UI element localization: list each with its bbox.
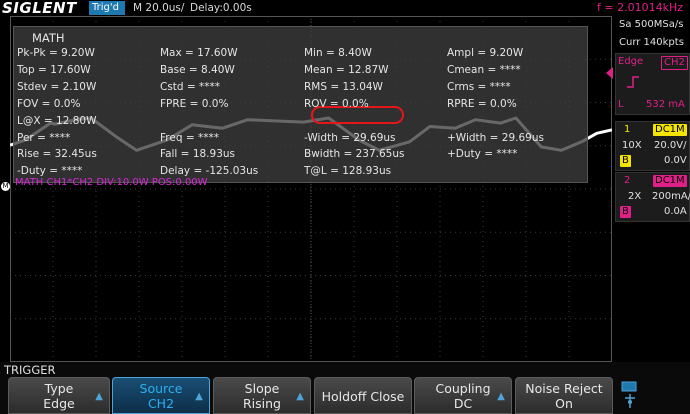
trigger-level-marker[interactable]	[606, 67, 613, 79]
ch2-offset: 0.0A	[664, 206, 687, 217]
ch2-info-box[interactable]: 2 DC1M 2X 200mA/ B 0.0A	[615, 172, 690, 222]
up-arrow-icon: ▲	[296, 391, 304, 402]
ch1-probe: 10X	[622, 140, 642, 151]
timebase-readout: M 20.0us/	[133, 2, 185, 14]
menu-button-noise-reject-line1: Noise Reject	[525, 381, 603, 396]
measurement-col1-row1: Top = 17.60W	[17, 63, 91, 76]
trigger-info-box[interactable]: Edge CH2 L 532 mA	[615, 53, 690, 115]
measurement-col1-row2: Stdev = 2.10W	[17, 80, 97, 93]
menu-button-type-line2: Edge	[43, 396, 75, 411]
measurement-col4-row0: Ampl = 9.20W	[447, 47, 524, 59]
measurement-col3-row2: RMS = 13.04W	[304, 80, 383, 93]
trigger-source-badge: CH2	[661, 56, 688, 70]
ch1-offset: 0.0V	[664, 155, 687, 166]
measurement-col3-row7: T@L = 128.93us	[304, 165, 392, 178]
ch1-scale: 20.0V/	[654, 140, 687, 151]
right-info-panel: Sa 500MSa/s Curr 140kpts Edge CH2 L 532 …	[613, 16, 690, 362]
ch1-info-box[interactable]: 1 DC1M 10X 20.0V/ B 0.0V	[615, 121, 690, 171]
menu-button-type[interactable]: Type Edge ▲	[8, 377, 110, 414]
measurement-col1-row0: Pk-Pk = 9.20W	[17, 47, 95, 59]
menu-button-holdoff[interactable]: Holdoff Close	[314, 377, 412, 414]
measurement-col2-row7: Delay = -125.03us	[160, 165, 259, 178]
menu-button-coupling[interactable]: Coupling DC ▲	[414, 377, 512, 414]
ch2-scale: 200mA/	[652, 191, 690, 202]
measurement-col4-row5: +Width = 29.69us	[447, 131, 544, 144]
ch2-coupling-badge: DC1M	[653, 175, 687, 187]
up-arrow-icon: ▲	[95, 391, 103, 402]
frequency-counter: f = 2.01014kHz	[597, 1, 683, 14]
menu-button-noise-reject[interactable]: Noise Reject On	[515, 377, 613, 414]
measurement-col2-row0: Max = 17.60W	[160, 47, 238, 59]
ch2-number: 2	[624, 175, 631, 186]
measurement-col1-row6: Rise = 32.45us	[17, 148, 97, 161]
usb-icon	[621, 380, 639, 410]
measurement-col4-row2: Crms = ****	[447, 80, 511, 93]
menu-button-type-line1: Type	[44, 381, 74, 396]
measurement-col2-row1: Base = 8.40W	[160, 63, 235, 76]
delay-readout: Delay:0.00s	[190, 2, 252, 14]
ch2-bw-badge: B	[620, 206, 631, 218]
trigger-level-prefix: L	[618, 99, 624, 110]
measurement-col1-row7: -Duty = ****	[17, 165, 83, 178]
measurement-col2-row5: Freq = ****	[160, 131, 219, 144]
measurement-col4-row6: +Duty = ****	[447, 148, 518, 161]
measurement-col3-row1: Mean = 12.87W	[304, 63, 389, 76]
measurement-col4-row3: RPRE = 0.0%	[447, 97, 517, 110]
menu-title: TRIGGER	[4, 363, 56, 377]
measurement-col1-row5: Per = ****	[17, 131, 71, 144]
up-arrow-icon: ▲	[195, 391, 203, 402]
top-status-bar: SIGLENT Trig'd M 20.0us/ Delay:0.00s f =…	[0, 0, 690, 17]
menu-button-slope[interactable]: Slope Rising ▲	[213, 377, 311, 414]
measurement-col2-row6: Fall = 18.93us	[160, 148, 236, 161]
menu-button-source[interactable]: Source CH2 ▲	[112, 377, 210, 414]
math-channel-label: MATH CH1*CH2 DIV:10.0W POS:0.00W	[15, 177, 208, 188]
measurement-col3-row0: Min = 8.40W	[304, 47, 372, 59]
measurement-col3-row6: Bwidth = 237.65us	[304, 148, 405, 161]
sample-rate: Sa 500MSa/s	[619, 19, 684, 30]
measurement-col2-row2: Cstd = ****	[160, 80, 221, 93]
brand-logo: SIGLENT	[2, 0, 77, 17]
measurement-col1-row4: L@X = 12.80W	[17, 114, 97, 127]
up-arrow-icon: ▲	[497, 391, 505, 402]
measurement-col2-row3: FPRE = 0.0%	[160, 97, 229, 110]
measurement-panel: MATH Pk-Pk = 9.20W Top = 17.60W Stdev = 2.…	[13, 26, 588, 183]
trigger-state-badge: Trig'd	[89, 1, 125, 15]
rising-edge-icon	[626, 74, 640, 88]
measurement-col3-row3: ROV = 0.0%	[304, 97, 369, 110]
ch1-coupling-badge: DC1M	[653, 124, 687, 136]
ch2-probe: 2X	[628, 191, 642, 202]
math-position-marker[interactable]: M	[1, 182, 10, 191]
memory-depth: Curr 140kpts	[619, 37, 684, 48]
measurement-col1-row3: FOV = 0.0%	[17, 97, 81, 110]
ch1-number: 1	[624, 124, 631, 135]
trigger-type: Edge	[618, 56, 644, 67]
measurement-col4-row1: Cmean = ****	[447, 63, 521, 76]
menu-button-holdoff-line1: Holdoff Close	[321, 389, 405, 404]
ch1-bw-badge: B	[620, 155, 631, 167]
measurement-panel-title: MATH	[32, 31, 65, 45]
measurement-col3-row5: -Width = 29.69us	[304, 131, 396, 144]
menu-button-noise-reject-line2: On	[555, 396, 573, 411]
trigger-level: 532 mA	[646, 99, 685, 110]
